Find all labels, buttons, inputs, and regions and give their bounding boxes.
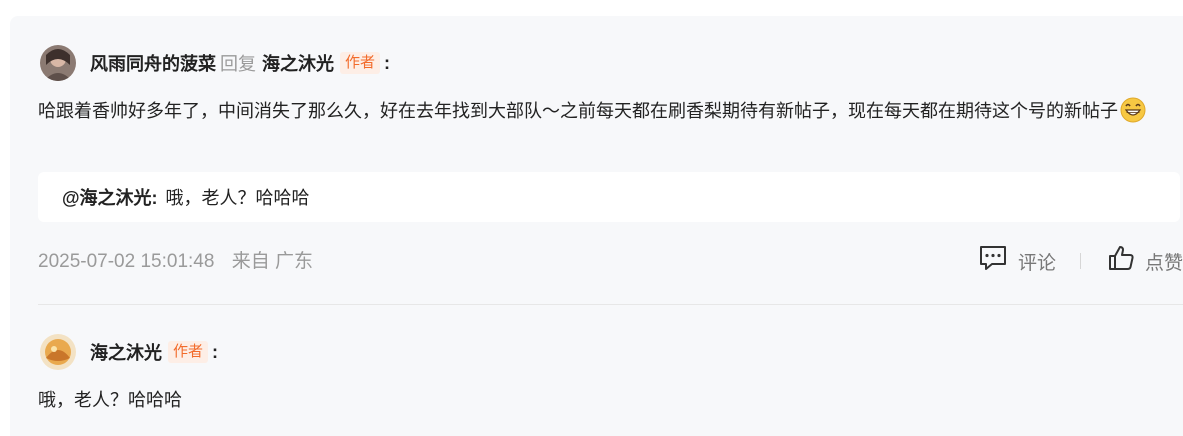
avatar[interactable]: [40, 334, 76, 370]
author-name[interactable]: 风雨同舟的菠菜: [90, 50, 216, 76]
avatar[interactable]: [40, 45, 76, 81]
grinning-face-icon: [1120, 97, 1146, 131]
like-label: 点赞: [1144, 252, 1183, 274]
comment-icon: [978, 244, 1018, 278]
reply-label: 回复: [220, 54, 256, 74]
comment-button[interactable]: 评论: [978, 244, 1056, 278]
author-badge: 作者: [340, 52, 381, 74]
thumbs-up-icon: [1107, 244, 1145, 278]
timestamp: 2025-07-02 15:01:48: [38, 251, 215, 272]
quoted-reply: @海之沐光: 哦，老人？哈哈哈: [38, 172, 1180, 222]
comment-divider: [38, 304, 1183, 305]
comment-header: 风雨同舟的菠菜 回复 海之沐光 作者 :: [40, 45, 390, 81]
colon: :: [384, 52, 391, 73]
quoted-author[interactable]: @海之沐光:: [62, 184, 158, 210]
reply-target-name[interactable]: 海之沐光: [262, 50, 334, 76]
comment-text: 哦，老人？哈哈哈: [38, 390, 182, 410]
comment-meta: 2025-07-02 15:01:48 来自 广东: [38, 246, 313, 273]
action-divider: [1079, 253, 1081, 269]
comment-label: 评论: [1017, 252, 1056, 274]
comment-text-body: 哈跟着香帅好多年了，中间消失了那么久，好在去年找到大部队～之前每天都在刷香梨期待…: [38, 101, 1118, 121]
like-button[interactable]: 点赞: [1107, 244, 1183, 278]
comment-actions: 评论 点赞: [978, 244, 1183, 278]
quoted-text: 哦，老人？哈哈哈: [165, 188, 310, 208]
comment-header: 海之沐光 作者 :: [40, 334, 218, 370]
location: 来自 广东: [231, 251, 313, 272]
comment-text: 哈跟着香帅好多年了，中间消失了那么久，好在去年找到大部队～之前每天都在刷香梨期待…: [38, 97, 1178, 131]
author-name[interactable]: 海之沐光: [90, 339, 162, 365]
author-badge: 作者: [168, 341, 209, 363]
colon: :: [212, 341, 219, 362]
